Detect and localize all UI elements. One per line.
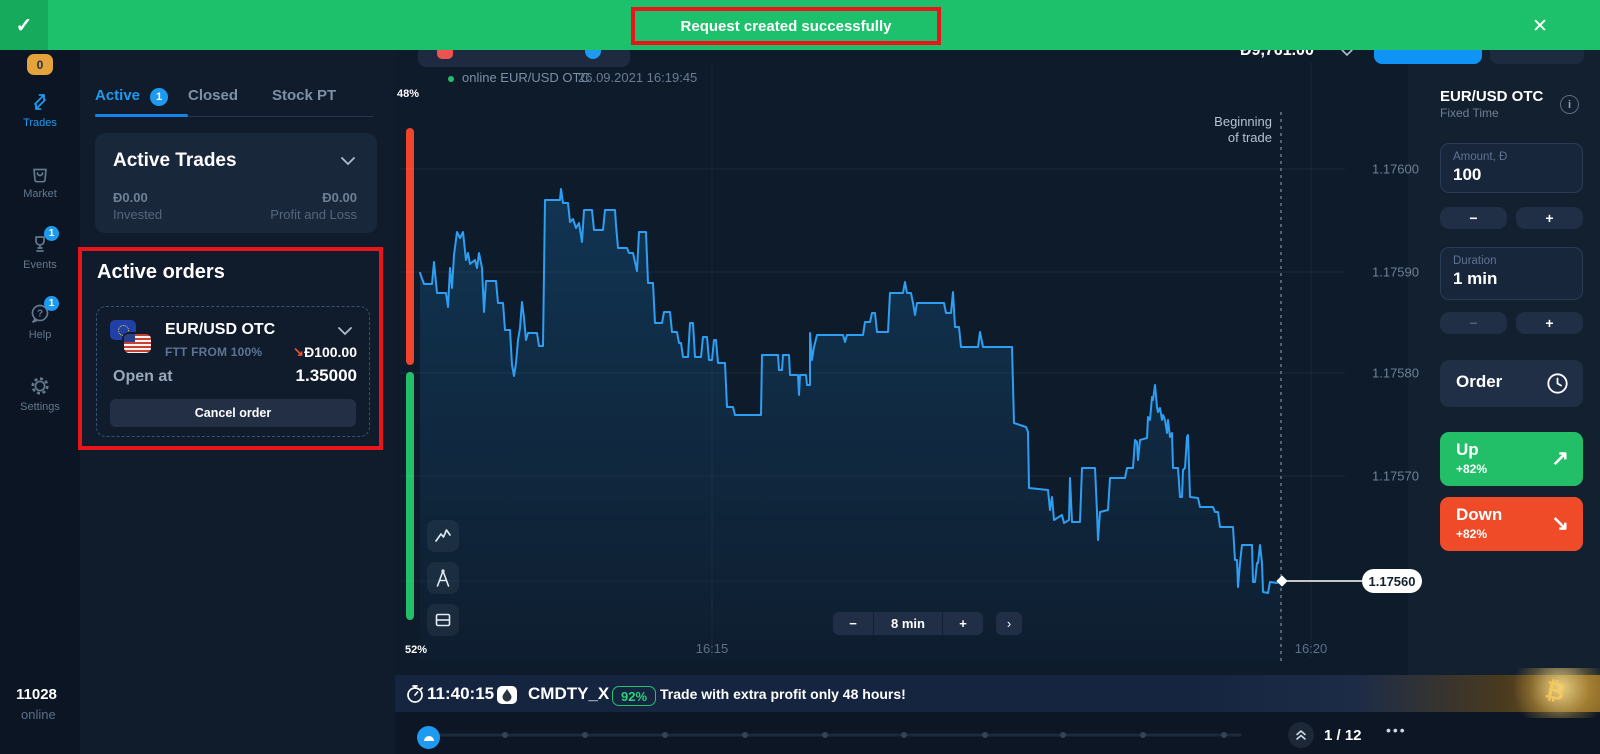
timeframe-value[interactable]: 8 min [874, 612, 942, 635]
banner-close-icon[interactable]: ✕ [1526, 12, 1554, 40]
amount-field[interactable]: Amount, Đ 100 [1440, 143, 1583, 193]
sidebar-item-market[interactable]: Market [0, 161, 80, 200]
order-button-label: Order [1456, 372, 1502, 392]
price-tick-label: 1.17590 [1372, 265, 1419, 280]
timeframe-zoom-in-button[interactable]: + [943, 612, 983, 635]
panel-pair-title: EUR/USD OTC [1440, 88, 1543, 105]
layout-rows-icon [432, 609, 454, 631]
drawing-tools-button[interactable] [427, 562, 459, 594]
trading-app: ₿ 0 Trades Market Events 1 [0, 0, 1600, 754]
mask-icon [422, 733, 436, 743]
arrow-down-right-icon: ↘ [1551, 511, 1569, 536]
svg-text:?: ? [37, 309, 43, 320]
active-tab-count-badge: 1 [150, 88, 168, 106]
duration-field[interactable]: Duration 1 min [1440, 247, 1583, 300]
promo-message: Trade with extra profit only 48 hours! [660, 686, 906, 702]
notification-badge[interactable]: 0 [27, 54, 53, 75]
sidebar-item-events[interactable]: Events 1 [0, 232, 80, 271]
duration-value: 1 min [1453, 269, 1582, 289]
scroll-to-now-button[interactable]: › [996, 612, 1022, 635]
down-button-label: Down [1456, 505, 1502, 525]
arrow-up-right-icon: ↗ [1551, 446, 1569, 471]
up-button-label: Up [1456, 440, 1479, 460]
collapse-stories-button[interactable] [1288, 722, 1314, 748]
market-bag-icon [28, 161, 52, 185]
sentiment-bar-buy [406, 372, 414, 620]
layout-button[interactable] [427, 604, 459, 636]
more-menu-button[interactable]: ••• [1386, 722, 1407, 738]
order-button[interactable]: Order [1440, 360, 1583, 407]
promo-countdown: 11:40:15 [427, 684, 494, 704]
online-users-count: 11028 [16, 686, 57, 703]
chart-datetime: 26.09.2021 16:19:45 [578, 70, 697, 85]
profit-loss-label: Profit and Loss [237, 207, 357, 222]
sidebar-item-help[interactable]: ? Help 1 [0, 302, 80, 341]
promo-payout-badge: 92% [612, 686, 656, 706]
commodity-icon [497, 686, 517, 704]
settings-gear-icon [28, 374, 52, 398]
amount-value: 100 [1453, 165, 1582, 185]
chart-pair-status: online EUR/USD OTC [462, 70, 590, 85]
sentiment-up-percent: 48% [397, 88, 419, 100]
price-tick-label: 1.17600 [1372, 162, 1419, 177]
active-trades-title: Active Trades [113, 150, 237, 172]
success-check-icon: ✓ [0, 0, 48, 50]
time-tick-label: 16:20 [1295, 641, 1328, 656]
tab-closed[interactable]: Closed [188, 87, 238, 104]
sidebar-item-trades[interactable]: Trades [0, 90, 80, 129]
trades-arrows-icon [28, 90, 52, 114]
online-status-dot [448, 76, 454, 82]
tab-stock-pt[interactable]: Stock PT [272, 87, 336, 104]
panel-mode-label: Fixed Time [1440, 106, 1499, 120]
sentiment-bar-sell [406, 128, 414, 365]
stories-current-icon[interactable] [417, 726, 440, 749]
timeframe-zoom-out-button[interactable]: − [833, 612, 873, 635]
chart-type-button[interactable] [427, 520, 459, 552]
invested-value: Đ0.00 [113, 190, 148, 205]
down-button[interactable]: Down +82% ↘ [1440, 497, 1583, 551]
clock-icon [1546, 372, 1569, 395]
amount-increase-button[interactable]: + [1516, 207, 1583, 229]
down-payout: +82% [1456, 527, 1487, 541]
promo-asset-name[interactable]: CMDTY_X [528, 684, 609, 704]
line-chart-icon [432, 525, 454, 547]
beginning-of-trade-label: Beginning of trade [1150, 114, 1272, 146]
help-count-badge: 1 [44, 296, 59, 311]
current-price-badge: 1.17560 [1362, 569, 1422, 593]
sentiment-down-percent: 52% [405, 644, 427, 656]
amount-decrease-button[interactable]: − [1440, 207, 1507, 229]
double-chevron-up-icon [1294, 729, 1308, 741]
events-count-badge: 1 [44, 226, 59, 241]
compass-icon [432, 567, 454, 589]
stories-page-indicator: 1 / 12 [1324, 727, 1362, 744]
chevron-down-icon[interactable] [340, 156, 356, 166]
sidebar-item-settings[interactable]: Settings [0, 374, 80, 413]
profit-loss-value: Đ0.00 [237, 190, 357, 205]
duration-increase-button[interactable]: + [1516, 312, 1583, 334]
sidebar-item-label: Help [0, 329, 80, 341]
online-users-label: online [21, 707, 56, 722]
sidebar-item-label: Settings [0, 401, 80, 413]
duration-decrease-button[interactable]: − [1440, 312, 1507, 334]
up-payout: +82% [1456, 462, 1487, 476]
sidebar-item-label: Market [0, 188, 80, 200]
banner-message-highlight-box: Request created successfully [631, 7, 941, 45]
active-orders-highlight-box [78, 247, 383, 450]
bottom-nav-bar [395, 712, 1600, 754]
up-button[interactable]: Up +82% ↗ [1440, 432, 1583, 486]
price-tick-label: 1.17570 [1372, 469, 1419, 484]
info-icon[interactable]: i [1560, 95, 1579, 114]
tab-underline-active [95, 114, 188, 117]
sidebar-item-label: Events [0, 259, 80, 271]
tab-active[interactable]: Active [95, 87, 140, 104]
invested-label: Invested [113, 207, 162, 222]
amount-label: Amount, Đ [1453, 151, 1582, 163]
stopwatch-icon [405, 684, 425, 704]
oil-drop-icon [501, 688, 513, 702]
time-tick-label: 16:15 [696, 641, 729, 656]
price-tick-label: 1.17580 [1372, 366, 1419, 381]
sidebar-item-label: Trades [0, 117, 80, 129]
duration-label: Duration [1453, 255, 1582, 267]
